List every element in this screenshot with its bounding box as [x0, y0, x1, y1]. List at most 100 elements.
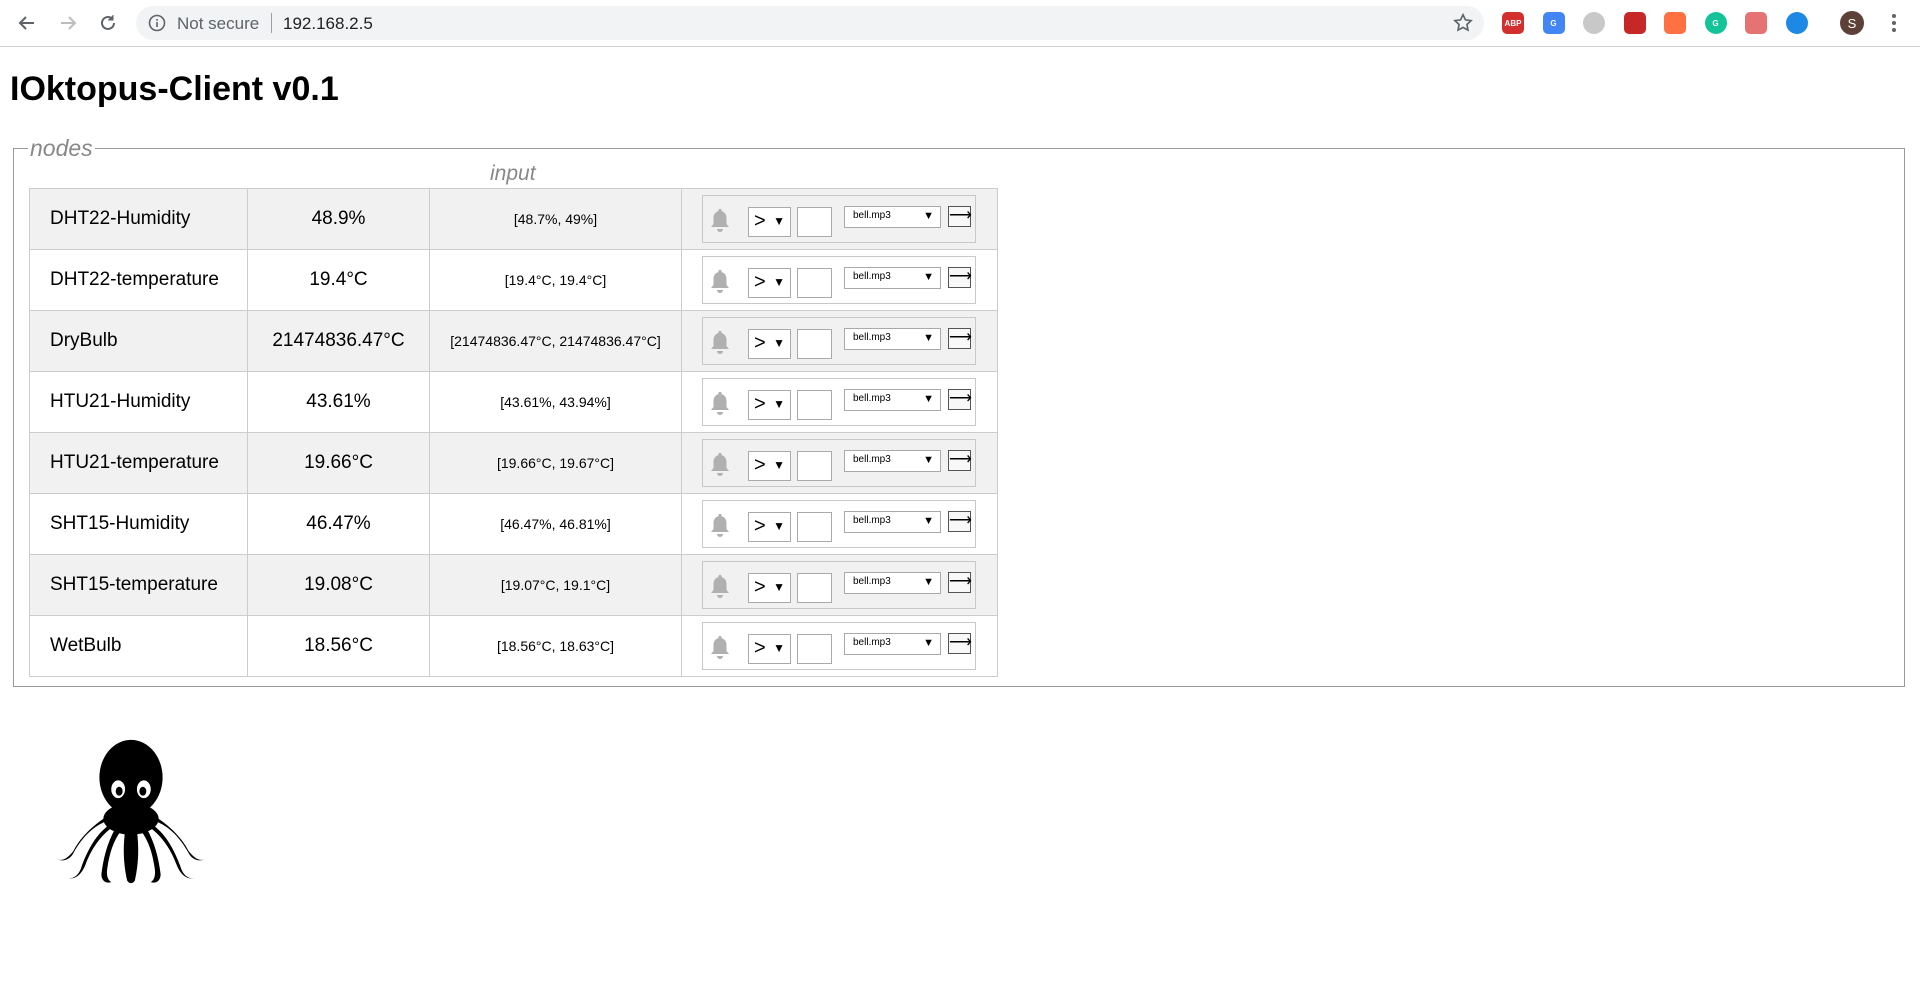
- sound-select[interactable]: bell.mp3 ▼: [844, 633, 941, 655]
- sound-value: bell.mp3: [853, 637, 891, 648]
- table-row: HTU21-Humidity 43.61% [43.61%, 43.94%] > ▼ be…: [29, 371, 998, 433]
- sensor-name: DHT22-temperature: [29, 249, 248, 311]
- sensor-range: [46.47%, 46.81%]: [429, 493, 682, 555]
- forward-button[interactable]: [52, 7, 84, 39]
- octopus-logo: [55, 739, 207, 884]
- info-icon[interactable]: [148, 14, 166, 32]
- alarm-cell: > ▼ bell.mp3 ▼ ⟶: [681, 310, 998, 372]
- operator-select[interactable]: > ▼: [748, 512, 791, 542]
- sound-select[interactable]: bell.mp3 ▼: [844, 389, 941, 411]
- sound-select[interactable]: bell.mp3 ▼: [844, 572, 941, 594]
- sound-select[interactable]: bell.mp3 ▼: [844, 511, 941, 533]
- sensor-value: 21474836.47°C: [247, 310, 430, 372]
- address-bar[interactable]: Not secure 192.168.2.5: [136, 6, 1484, 40]
- page-title: IOktopus-Client v0.1: [10, 70, 339, 108]
- profile-avatar[interactable]: S: [1840, 11, 1864, 35]
- threshold-input[interactable]: [797, 268, 832, 298]
- alarm-controls: > ▼ bell.mp3 ▼ ⟶: [702, 256, 976, 304]
- apply-alarm-button[interactable]: ⟶: [948, 328, 972, 349]
- chevron-down-icon: ▼: [773, 458, 785, 472]
- sound-select[interactable]: bell.mp3 ▼: [844, 267, 941, 289]
- bell-icon[interactable]: [708, 330, 732, 356]
- table-row: WetBulb 18.56°C [18.56°C, 18.63°C] > ▼ bell.m…: [29, 615, 998, 677]
- operator-select[interactable]: > ▼: [748, 451, 791, 481]
- sensor-value: 19.4°C: [247, 249, 430, 311]
- threshold-input[interactable]: [797, 634, 832, 664]
- bell-icon[interactable]: [708, 269, 732, 295]
- threshold-input[interactable]: [797, 207, 832, 237]
- globe-icon[interactable]: [1583, 12, 1605, 34]
- threshold-input[interactable]: [797, 390, 832, 420]
- url-text[interactable]: 192.168.2.5: [283, 14, 373, 34]
- reload-button[interactable]: [92, 7, 124, 39]
- operator-select[interactable]: > ▼: [748, 573, 791, 603]
- menu-dots-icon[interactable]: [1886, 12, 1902, 34]
- apply-alarm-button[interactable]: ⟶: [948, 633, 972, 654]
- sensor-name: HTU21-temperature: [29, 432, 248, 494]
- operator-value: >: [754, 576, 766, 598]
- apply-alarm-button[interactable]: ⟶: [948, 267, 972, 288]
- sound-value: bell.mp3: [853, 393, 891, 404]
- sensor-range: [19.66°C, 19.67°C]: [429, 432, 682, 494]
- back-arrow-icon: [18, 16, 34, 30]
- not-secure-label[interactable]: Not secure: [177, 14, 259, 34]
- back-button[interactable]: [11, 7, 43, 39]
- sound-select[interactable]: bell.mp3 ▼: [844, 206, 941, 228]
- chevron-down-icon: ▼: [773, 214, 785, 228]
- video-ext-icon[interactable]: [1623, 12, 1646, 34]
- bell-icon[interactable]: [708, 513, 732, 539]
- sensor-value: 43.61%: [247, 371, 430, 433]
- operator-select[interactable]: > ▼: [748, 268, 791, 298]
- chevron-down-icon: ▼: [773, 641, 785, 655]
- chevron-down-icon: ▼: [773, 336, 785, 350]
- grammarly-icon[interactable]: G: [1704, 12, 1727, 34]
- alarm-controls: > ▼ bell.mp3 ▼ ⟶: [702, 378, 976, 426]
- bell-icon[interactable]: [708, 208, 732, 234]
- sensor-name: DHT22-Humidity: [29, 188, 248, 250]
- table-row: DHT22-Humidity 48.9% [48.7%, 49%] > ▼ bell.mp…: [29, 188, 998, 250]
- address-separator: [271, 13, 272, 33]
- sensor-name: WetBulb: [29, 615, 248, 677]
- alarm-cell: > ▼ bell.mp3 ▼ ⟶: [681, 554, 998, 616]
- operator-select[interactable]: > ▼: [748, 207, 791, 237]
- bell-icon[interactable]: [708, 635, 732, 661]
- bookmark-star-icon[interactable]: [1452, 12, 1474, 34]
- operator-select[interactable]: > ▼: [748, 390, 791, 420]
- operator-value: >: [754, 637, 766, 659]
- alarm-controls: > ▼ bell.mp3 ▼ ⟶: [702, 195, 976, 243]
- input-column-header: input: [490, 162, 536, 185]
- bell-icon[interactable]: [708, 452, 732, 478]
- vpn-ext-icon[interactable]: [1785, 12, 1808, 34]
- apply-alarm-button[interactable]: ⟶: [948, 450, 972, 471]
- apply-alarm-button[interactable]: ⟶: [948, 206, 972, 227]
- threshold-input[interactable]: [797, 451, 832, 481]
- sound-value: bell.mp3: [853, 454, 891, 465]
- operator-select[interactable]: > ▼: [748, 634, 791, 664]
- alarm-cell: > ▼ bell.mp3 ▼ ⟶: [681, 371, 998, 433]
- chevron-down-icon: ▼: [773, 275, 785, 289]
- adblock-plus-icon[interactable]: ABP: [1502, 12, 1524, 34]
- threshold-input[interactable]: [797, 573, 832, 603]
- sound-value: bell.mp3: [853, 576, 891, 587]
- bell-icon[interactable]: [708, 574, 732, 600]
- sound-select[interactable]: bell.mp3 ▼: [844, 450, 941, 472]
- threshold-input[interactable]: [797, 512, 832, 542]
- table-row: SHT15-temperature 19.08°C [19.07°C, 19.1°C…: [29, 554, 998, 616]
- sensor-name: SHT15-temperature: [29, 554, 248, 616]
- apply-alarm-button[interactable]: ⟶: [948, 389, 972, 410]
- chevron-down-icon: ▼: [773, 580, 785, 594]
- squirrel-ext-icon[interactable]: [1664, 12, 1686, 34]
- apply-alarm-button[interactable]: ⟶: [948, 572, 972, 593]
- apply-alarm-button[interactable]: ⟶: [948, 511, 972, 532]
- bell-icon[interactable]: [708, 391, 732, 417]
- sound-select[interactable]: bell.mp3 ▼: [844, 328, 941, 350]
- eye-ext-icon[interactable]: [1745, 12, 1767, 34]
- threshold-input[interactable]: [797, 329, 832, 359]
- sensor-name: HTU21-Humidity: [29, 371, 248, 433]
- chevron-down-icon: ▼: [923, 271, 934, 283]
- operator-select[interactable]: > ▼: [748, 329, 791, 359]
- google-translate-icon[interactable]: G: [1542, 12, 1565, 34]
- chevron-down-icon: ▼: [923, 210, 934, 222]
- alarm-controls: > ▼ bell.mp3 ▼ ⟶: [702, 500, 976, 548]
- alarm-cell: > ▼ bell.mp3 ▼ ⟶: [681, 615, 998, 677]
